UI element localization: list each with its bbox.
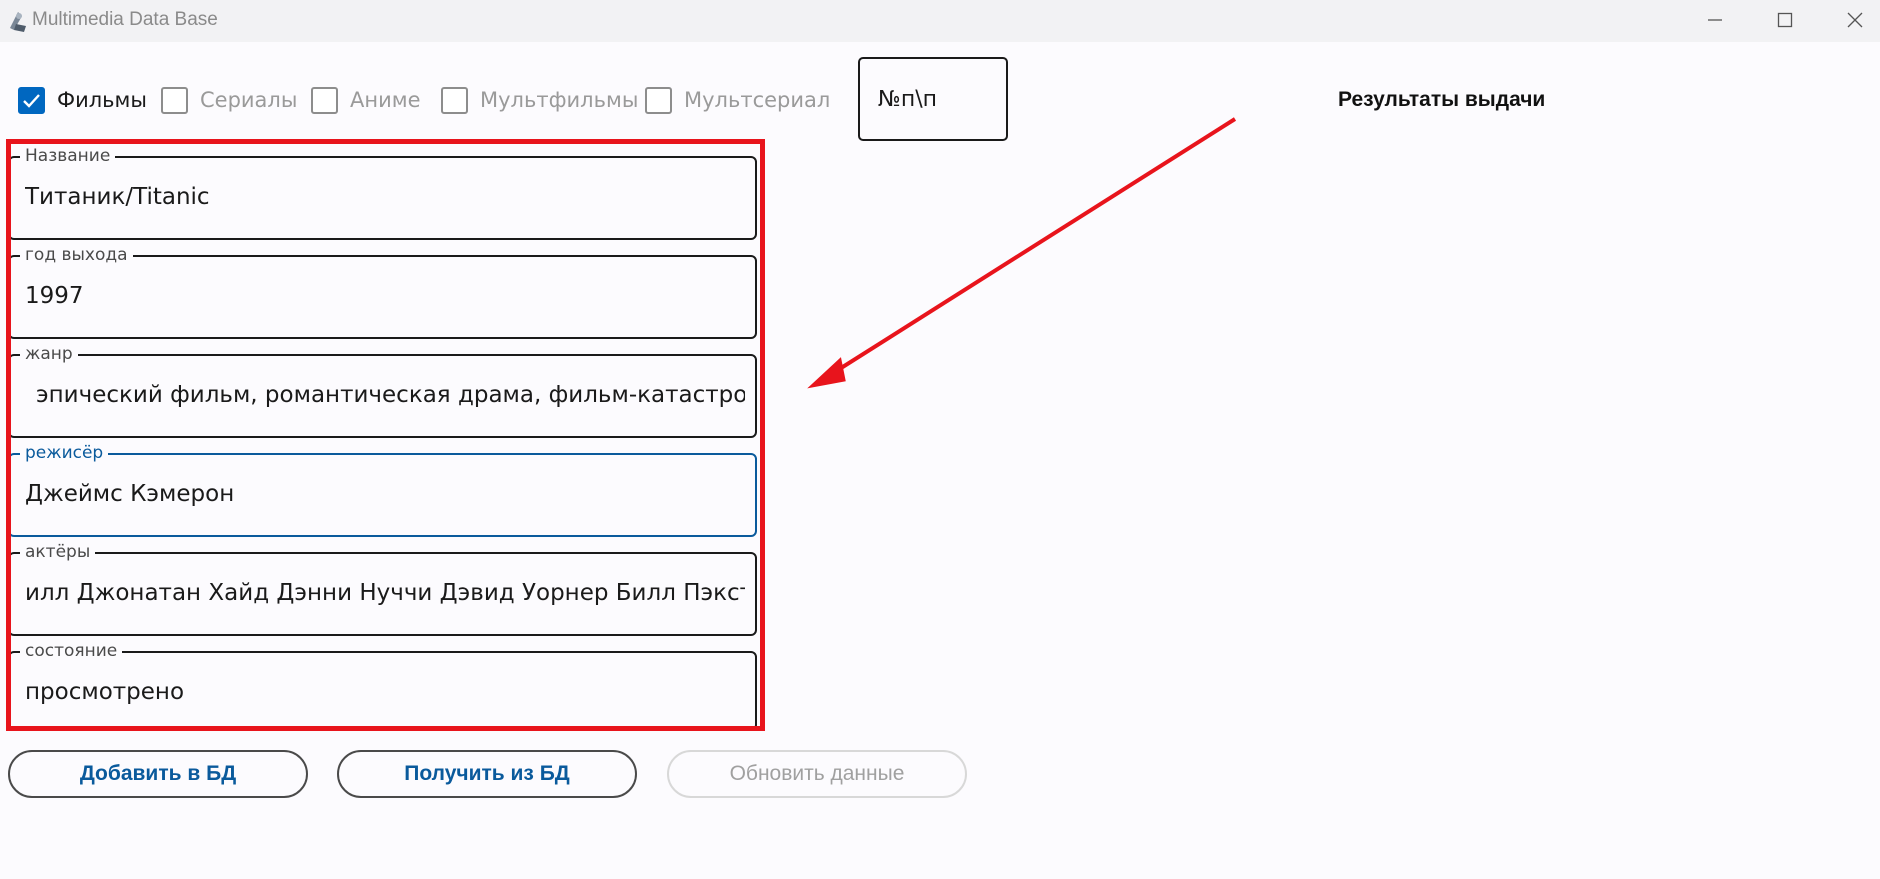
year-field-value: 1997 (25, 283, 84, 309)
director-field-label: режисёр (20, 442, 109, 464)
checkbox-cartoons-box[interactable] (441, 86, 468, 114)
close-icon (1847, 12, 1863, 28)
actors-field-label: актёры (20, 541, 96, 563)
checkbox-films[interactable]: Фильмы (18, 85, 147, 115)
checkbox-series-label: Сериалы (200, 88, 298, 112)
checkbox-cartoon-series-label: Мультсериал (684, 88, 831, 112)
checkbox-cartoons[interactable]: Мультфильмы (441, 85, 638, 115)
genre-field-value: эпический фильм, романтическая драма, фи… (36, 382, 745, 408)
annotation-arrow-icon (807, 117, 1237, 389)
actors-field[interactable]: актёры илл Джонатан Хайд Дэнни Нуччи Дэв… (8, 541, 757, 636)
title-bar: Multimedia Data Base (0, 0, 1880, 42)
update-data-button[interactable]: Обновить данные (667, 750, 967, 798)
checkbox-cartoons-label: Мультфильмы (480, 88, 639, 112)
get-from-db-button[interactable]: Получить из БД (337, 750, 637, 798)
title-field-label: Название (20, 145, 116, 167)
maximize-icon (1777, 12, 1793, 28)
index-number-value: №п\п (878, 87, 938, 112)
app-icon (10, 12, 26, 32)
checkbox-films-box[interactable] (18, 86, 45, 114)
director-field[interactable]: режисёр Джеймс Кэмерон (8, 442, 757, 537)
status-field-label: состояние (20, 640, 123, 662)
close-button[interactable] (1835, 6, 1875, 36)
checkbox-anime[interactable]: Аниме (311, 85, 421, 115)
genre-field-label: жанр (20, 343, 78, 365)
window-title: Multimedia Data Base (32, 9, 218, 30)
checkmark-icon (23, 93, 40, 108)
title-field[interactable]: Название Титаник/Titanic (8, 145, 757, 240)
results-title: Результаты выдачи (1338, 88, 1546, 111)
year-field[interactable]: год выхода 1997 (8, 244, 757, 339)
title-field-value: Титаник/Titanic (25, 184, 210, 210)
checkbox-anime-label: Аниме (350, 88, 421, 112)
maximize-button[interactable] (1765, 6, 1805, 36)
checkbox-cartoon-series-box[interactable] (645, 86, 672, 114)
director-field-value: Джеймс Кэмерон (25, 481, 235, 507)
genre-field[interactable]: жанр эпический фильм, романтическая драм… (8, 343, 757, 438)
minimize-button[interactable] (1695, 6, 1735, 36)
checkbox-films-label: Фильмы (57, 88, 147, 112)
checkbox-series[interactable]: Сериалы (161, 85, 297, 115)
minimize-icon (1708, 19, 1722, 21)
checkbox-series-box[interactable] (161, 86, 188, 114)
actors-field-value: илл Джонатан Хайд Дэнни Нуччи Дэвид Уорн… (25, 580, 745, 606)
add-to-db-button[interactable]: Добавить в БД (8, 750, 308, 798)
status-field-value: просмотрено (25, 679, 185, 705)
year-field-label: год выхода (20, 244, 133, 266)
checkbox-cartoon-series[interactable]: Мультсериал (645, 85, 830, 115)
status-field[interactable]: состояние просмотрено (8, 640, 757, 731)
index-number-field[interactable]: №п\п (858, 57, 1008, 141)
checkbox-anime-box[interactable] (311, 86, 338, 114)
